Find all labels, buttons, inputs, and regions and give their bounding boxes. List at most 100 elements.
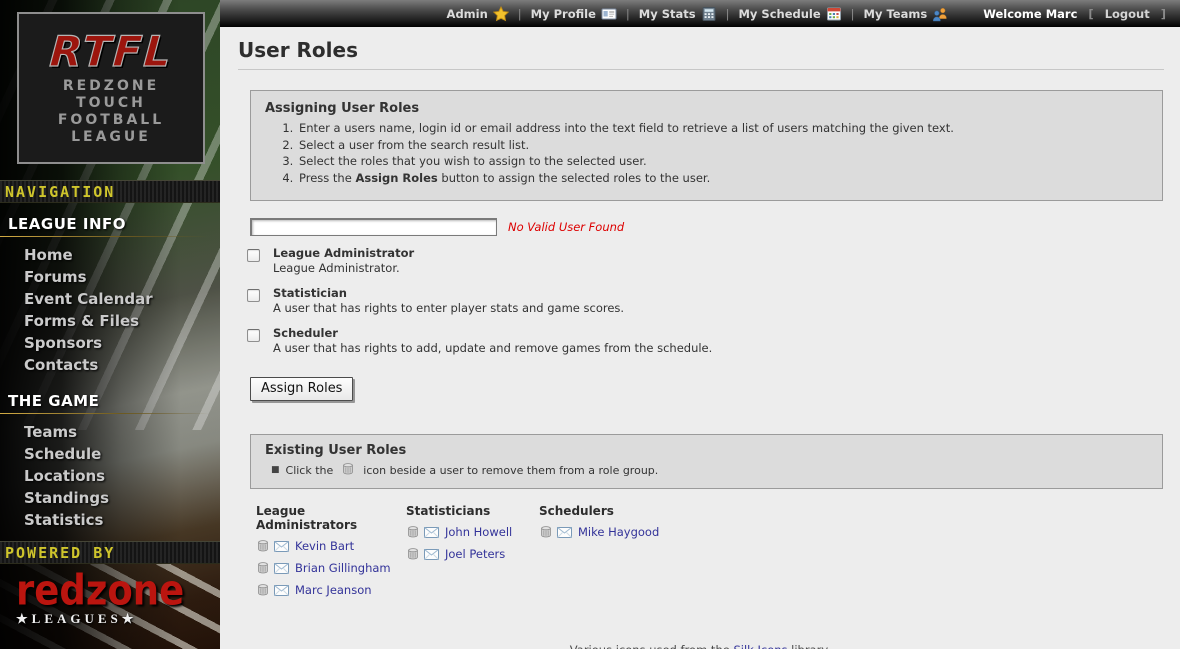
calendar-icon xyxy=(826,6,842,22)
nav-section-title: THE GAME xyxy=(0,389,220,413)
role-option-statistician: Statistician A user that has rights to e… xyxy=(247,286,1164,316)
role-description: A user that has rights to add, update an… xyxy=(273,341,712,356)
user-link[interactable]: Brian Gillingham xyxy=(295,561,391,575)
role-groups: League Administrators Kevin Bart Brian G… xyxy=(256,504,1164,598)
user-row: Joel Peters xyxy=(406,546,539,562)
logo-wordmark: REDZONE TOUCH FOOTBALL LEAGUE xyxy=(58,78,164,146)
user-search-input[interactable] xyxy=(250,218,497,236)
topbar-my-stats[interactable]: My Stats xyxy=(639,6,717,22)
instruction-step: Select the roles that you wish to assign… xyxy=(297,153,1148,170)
powered-by-led-banner: POWERED BY xyxy=(0,541,220,564)
topbar-separator: | xyxy=(726,7,730,21)
user-row: Marc Jeanson xyxy=(256,582,406,598)
role-checkbox[interactable] xyxy=(247,249,260,262)
sidebar-item-teams[interactable]: Teams xyxy=(0,421,220,443)
role-name: Statistician xyxy=(273,286,624,301)
user-row: Mike Haygood xyxy=(539,524,659,540)
assign-roles-button[interactable]: Assign Roles xyxy=(250,377,353,401)
topbar-separator: | xyxy=(626,7,630,21)
sidebar-item-schedule[interactable]: Schedule xyxy=(0,443,220,465)
bracket: ] xyxy=(1161,7,1166,21)
role-checkbox[interactable] xyxy=(247,329,260,342)
instruction-step: Enter a users name, login id or email ad… xyxy=(297,120,1148,137)
email-user-icon[interactable] xyxy=(274,585,289,596)
role-name: League Administrator xyxy=(273,246,414,261)
email-user-icon[interactable] xyxy=(274,563,289,574)
sidebar-item-locations[interactable]: Locations xyxy=(0,465,220,487)
role-option-league-administrator: League Administrator League Administrato… xyxy=(247,246,1164,276)
user-row: Kevin Bart xyxy=(256,538,406,554)
no-valid-user-message: No Valid User Found xyxy=(508,220,624,234)
sidebar-item-statistics[interactable]: Statistics xyxy=(0,509,220,531)
remove-user-icon[interactable] xyxy=(256,539,270,553)
calculator-icon xyxy=(701,6,717,22)
user-link[interactable]: Kevin Bart xyxy=(295,539,354,553)
page-footer: Various icons used from the Silk Icons l… xyxy=(236,640,1164,649)
user-link[interactable]: Joel Peters xyxy=(445,547,505,561)
sidebar-item-contacts[interactable]: Contacts xyxy=(0,354,220,376)
panel-title: Assigning User Roles xyxy=(265,101,1148,116)
instruction-step: Press the Assign Roles button to assign … xyxy=(297,170,1148,187)
sidebar-item-event-calendar[interactable]: Event Calendar xyxy=(0,288,220,310)
user-link[interactable]: Marc Jeanson xyxy=(295,583,372,597)
remove-user-icon[interactable] xyxy=(256,583,270,597)
role-checkbox[interactable] xyxy=(247,289,260,302)
credits-icons: Various icons used from the Silk Icons l… xyxy=(236,640,1164,649)
sidebar-item-home[interactable]: Home xyxy=(0,244,220,266)
group-title: Schedulers xyxy=(539,504,659,518)
group-statisticians: Statisticians John Howell Joel Peters xyxy=(406,504,539,598)
sidebar-item-forums[interactable]: Forums xyxy=(0,266,220,288)
sidebar: RTFL REDZONE TOUCH FOOTBALL LEAGUE NAVIG… xyxy=(0,0,220,649)
email-user-icon[interactable] xyxy=(424,527,439,538)
instruction-list: Enter a users name, login id or email ad… xyxy=(297,120,1148,186)
silk-icons-link[interactable]: Silk Icons xyxy=(733,643,787,649)
group-title: Statisticians xyxy=(406,504,539,518)
user-link[interactable]: Mike Haygood xyxy=(578,525,659,539)
logo-acronym: RTFL xyxy=(48,30,174,74)
user-link[interactable]: John Howell xyxy=(445,525,512,539)
assigning-user-roles-panel: Assigning User Roles Enter a users name,… xyxy=(250,90,1163,201)
group-schedulers: Schedulers Mike Haygood xyxy=(539,504,659,598)
group-league-administrators: League Administrators Kevin Bart Brian G… xyxy=(256,504,406,598)
topbar-admin[interactable]: Admin xyxy=(447,6,509,22)
topbar-my-schedule[interactable]: My Schedule xyxy=(738,6,841,22)
remove-user-icon[interactable] xyxy=(256,561,270,575)
role-option-scheduler: Scheduler A user that has rights to add,… xyxy=(247,326,1164,356)
remove-user-icon[interactable] xyxy=(406,547,420,561)
title-divider xyxy=(238,69,1164,70)
redzone-leagues-logo: redzone ★LEAGUES★ xyxy=(0,564,220,627)
nav-section-title: LEAGUE INFO xyxy=(0,212,220,236)
star-icon xyxy=(493,6,509,22)
vcard-icon xyxy=(601,6,617,22)
bin-icon xyxy=(339,462,357,479)
topbar-separator: | xyxy=(851,7,855,21)
role-description: League Administrator. xyxy=(273,261,414,276)
logout-link[interactable]: Logout xyxy=(1105,7,1150,21)
league-logo: RTFL REDZONE TOUCH FOOTBALL LEAGUE xyxy=(17,12,205,164)
email-user-icon[interactable] xyxy=(274,541,289,552)
topbar-separator: | xyxy=(518,7,522,21)
sidebar-item-forms-files[interactable]: Forms & Files xyxy=(0,310,220,332)
sidebar-item-standings[interactable]: Standings xyxy=(0,487,220,509)
role-description: A user that has rights to enter player s… xyxy=(273,301,624,316)
bracket: [ xyxy=(1088,7,1093,21)
instruction-step: Select a user from the search result lis… xyxy=(297,137,1148,154)
topbar-my-profile[interactable]: My Profile xyxy=(531,6,617,22)
remove-user-icon[interactable] xyxy=(406,525,420,539)
panel-title: Existing User Roles xyxy=(265,443,1148,458)
content-area: User Roles Assigning User Roles Enter a … xyxy=(220,27,1180,649)
navigation-led-banner: NAVIGATION xyxy=(0,180,220,203)
topbar-my-teams[interactable]: My Teams xyxy=(864,6,949,22)
role-name: Scheduler xyxy=(273,326,712,341)
redzone-logo-text: redzone xyxy=(16,570,184,613)
bullet: ■ xyxy=(271,466,280,475)
user-search-row: No Valid User Found xyxy=(250,218,1164,236)
app-window: RTFL REDZONE TOUCH FOOTBALL LEAGUE NAVIG… xyxy=(0,0,1180,649)
remove-instruction: ■ Click the icon beside a user to remove… xyxy=(271,462,1148,479)
sidebar-item-sponsors[interactable]: Sponsors xyxy=(0,332,220,354)
email-user-icon[interactable] xyxy=(424,549,439,560)
email-user-icon[interactable] xyxy=(557,527,572,538)
nav-section-the-game: THE GAME Teams Schedule Locations Standi… xyxy=(0,389,220,535)
remove-user-icon[interactable] xyxy=(539,525,553,539)
topbar: Admin | My Profile | My Stats | My Sched… xyxy=(220,0,1180,27)
